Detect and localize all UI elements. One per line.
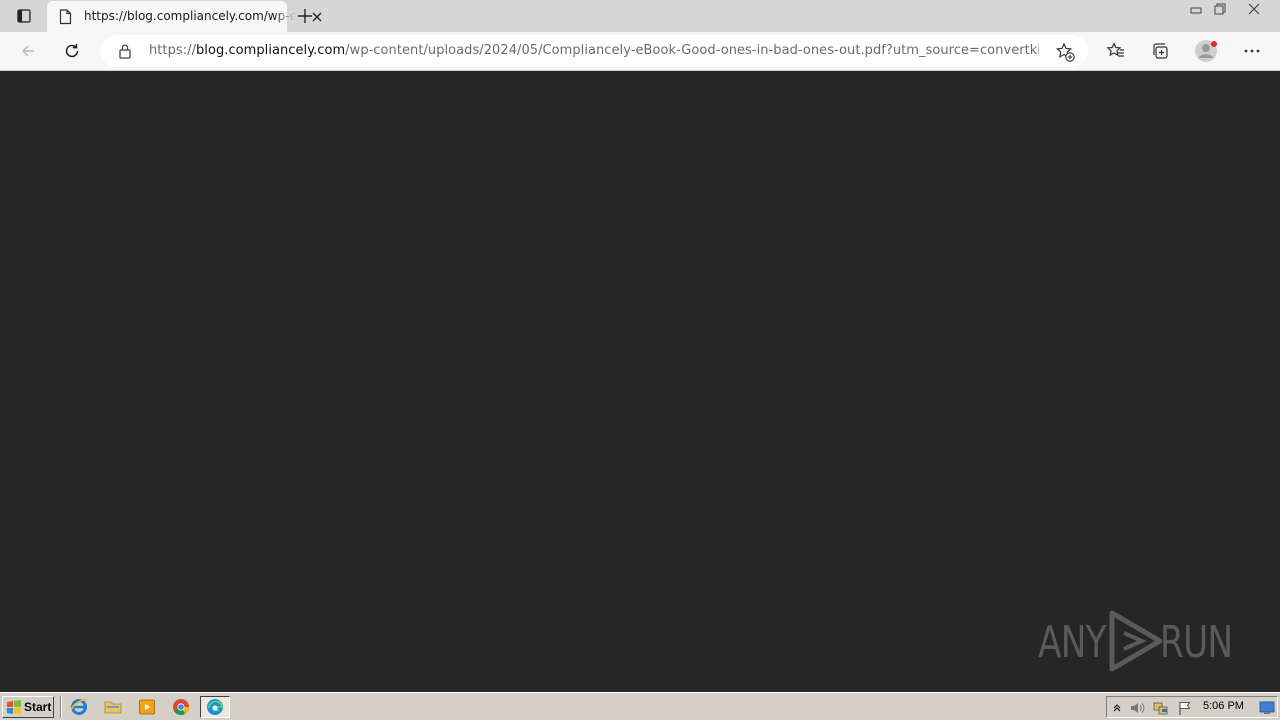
chevron-up-icon — [1113, 704, 1121, 712]
lock-icon[interactable] — [118, 43, 132, 59]
start-label: Start — [24, 700, 52, 714]
collections-icon — [1153, 43, 1168, 59]
internet-explorer-launcher[interactable] — [68, 697, 90, 717]
tab-actions-icon — [17, 9, 31, 23]
clock[interactable]: 5:06 PM — [1203, 700, 1244, 712]
back-arrow-icon — [21, 45, 34, 57]
star-plus-icon[interactable] — [1054, 41, 1076, 63]
back-button[interactable] — [14, 38, 42, 64]
windows-logo-icon — [7, 700, 21, 714]
watermark-left-text: ANY — [1038, 617, 1107, 668]
play-logo-icon — [1109, 610, 1163, 672]
favorites-icon — [1106, 42, 1124, 57]
network-button[interactable] — [1153, 700, 1169, 716]
tab-strip: https://blog.compliancely.com/wp-content… — [0, 0, 1280, 32]
show-hidden-icons-button[interactable] — [1109, 700, 1125, 716]
media-player-icon — [139, 699, 155, 715]
taskbar: Start 5:06 PM — [0, 692, 1280, 720]
favorites-button[interactable] — [1102, 38, 1130, 64]
tab-title: https://blog.compliancely.com/wp-content… — [84, 9, 296, 23]
speaker-icon — [1131, 703, 1145, 713]
flag-icon — [1179, 702, 1191, 715]
page-content — [0, 71, 1280, 692]
desktop-icon — [1259, 701, 1275, 714]
page-icon — [59, 9, 72, 25]
network-icon — [1153, 702, 1168, 715]
volume-button[interactable] — [1129, 700, 1145, 716]
chrome-icon — [173, 699, 189, 715]
browser-toolbar: https://blog.compliancely.com/wp-content… — [0, 32, 1280, 71]
address-bar[interactable]: https://blog.compliancely.com/wp-content… — [101, 35, 1088, 67]
edge-taskbar-button[interactable] — [200, 696, 230, 718]
window-close-button[interactable] — [1241, 0, 1267, 18]
media-player-launcher[interactable] — [136, 697, 158, 717]
system-tray: 5:06 PM — [1106, 696, 1278, 718]
minimize-button[interactable] — [1183, 0, 1209, 18]
tab-actions-button[interactable] — [8, 4, 40, 28]
chrome-launcher[interactable] — [170, 697, 192, 717]
more-icon — [1244, 49, 1260, 53]
restore-icon — [1214, 3, 1226, 15]
profile-icon[interactable] — [1193, 38, 1219, 64]
refresh-icon — [65, 44, 79, 58]
action-center-button[interactable] — [1177, 700, 1193, 716]
minimize-icon — [1190, 7, 1202, 14]
file-explorer-launcher[interactable] — [102, 697, 124, 717]
taskbar-separator — [60, 696, 62, 718]
url-text[interactable]: https://blog.compliancely.com/wp-content… — [149, 43, 1039, 58]
start-button[interactable]: Start — [2, 696, 54, 718]
url-path: /wp-content/uploads/2024/05/Compliancely… — [345, 43, 1039, 58]
url-host: blog.compliancely.com — [196, 43, 346, 58]
restore-button[interactable] — [1207, 0, 1233, 18]
folder-icon — [104, 701, 122, 714]
refresh-button[interactable] — [58, 38, 86, 64]
active-tab[interactable]: https://blog.compliancely.com/wp-content… — [47, 1, 322, 32]
settings-more-button[interactable] — [1238, 38, 1266, 64]
internet-explorer-icon — [70, 699, 88, 715]
url-scheme: https:// — [149, 43, 196, 58]
collections-button[interactable] — [1146, 38, 1174, 64]
show-desktop-button[interactable] — [1259, 700, 1275, 716]
close-icon — [1248, 3, 1260, 15]
anyrun-watermark: ANY RUN — [1038, 609, 1233, 673]
watermark-right-text: RUN — [1160, 617, 1233, 668]
edge-icon — [207, 699, 223, 715]
new-tab-button[interactable] — [294, 5, 316, 27]
